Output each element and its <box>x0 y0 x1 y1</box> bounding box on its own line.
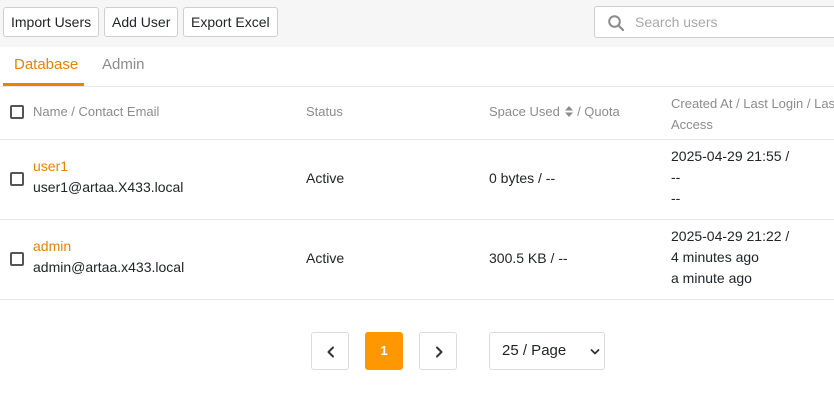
last-login: -- <box>671 169 681 185</box>
header-space-used-label[interactable]: Space Used <box>489 104 560 119</box>
space-used-text: 0 bytes / -- <box>489 170 556 186</box>
user-name-link[interactable]: user1 <box>33 156 183 177</box>
user-email: user1@artaa.X433.local <box>33 179 184 195</box>
next-page-button[interactable] <box>419 332 457 370</box>
table-header: Name / Contact Email Status Space Used /… <box>0 87 834 140</box>
dates-cell: 2025-04-29 21:55 / -- -- <box>671 146 789 209</box>
per-page-select[interactable]: 25 / Page <box>489 332 605 370</box>
current-page-button[interactable]: 1 <box>365 332 403 370</box>
created-at: 2025-04-29 21:22 / <box>671 228 790 244</box>
user-cell: user1 user1@artaa.X433.local <box>33 156 183 198</box>
space-used-text: 300.5 KB / -- <box>489 250 568 266</box>
created-at: 2025-04-29 21:55 / <box>671 148 790 164</box>
toolbar: Import Users Add User Export Excel <box>0 0 834 47</box>
last-access: -- <box>671 190 681 206</box>
tab-bar: Database Admin <box>0 47 834 87</box>
chevron-right-icon <box>436 346 443 358</box>
row-checkbox[interactable] <box>10 252 24 266</box>
table-row: user1 user1@artaa.X433.local Active 0 by… <box>0 140 834 220</box>
header-quota-label: / Quota <box>577 104 620 119</box>
active-tab-indicator <box>3 83 84 86</box>
search-box[interactable] <box>594 6 834 38</box>
header-created: Created At / Last Login / Last Access <box>671 93 834 135</box>
header-status: Status <box>306 104 343 119</box>
user-email: admin@artaa.x433.local <box>33 259 185 275</box>
chevron-down-icon <box>590 349 600 355</box>
tab-admin[interactable]: Admin <box>102 56 145 73</box>
prev-page-button[interactable] <box>311 332 349 370</box>
status-text: Active <box>306 170 345 186</box>
header-name: Name / Contact Email <box>33 104 160 119</box>
sort-icon[interactable] <box>565 106 574 117</box>
row-checkbox[interactable] <box>10 172 24 186</box>
per-page-value: 25 / Page <box>502 342 567 359</box>
search-input[interactable] <box>635 12 834 32</box>
chevron-left-icon <box>327 346 334 358</box>
header-created-line2: Access <box>671 117 713 132</box>
user-cell: admin admin@artaa.x433.local <box>33 236 184 278</box>
export-excel-button[interactable]: Export Excel <box>183 7 278 37</box>
select-all-checkbox[interactable] <box>10 105 24 119</box>
last-access: a minute ago <box>671 270 752 286</box>
user-name-link[interactable]: admin <box>33 236 184 257</box>
status-text: Active <box>306 250 345 266</box>
table-row: admin admin@artaa.x433.local Active 300.… <box>0 220 834 300</box>
search-icon <box>608 15 625 32</box>
header-created-line1: Created At / Last Login / Last <box>671 96 834 111</box>
add-user-button[interactable]: Add User <box>104 7 179 37</box>
import-users-button[interactable]: Import Users <box>3 7 100 37</box>
header-space-used: Space Used / Quota <box>489 104 620 119</box>
tab-database[interactable]: Database <box>14 56 78 73</box>
dates-cell: 2025-04-29 21:22 / 4 minutes ago a minut… <box>671 226 789 289</box>
last-login: 4 minutes ago <box>671 249 759 265</box>
